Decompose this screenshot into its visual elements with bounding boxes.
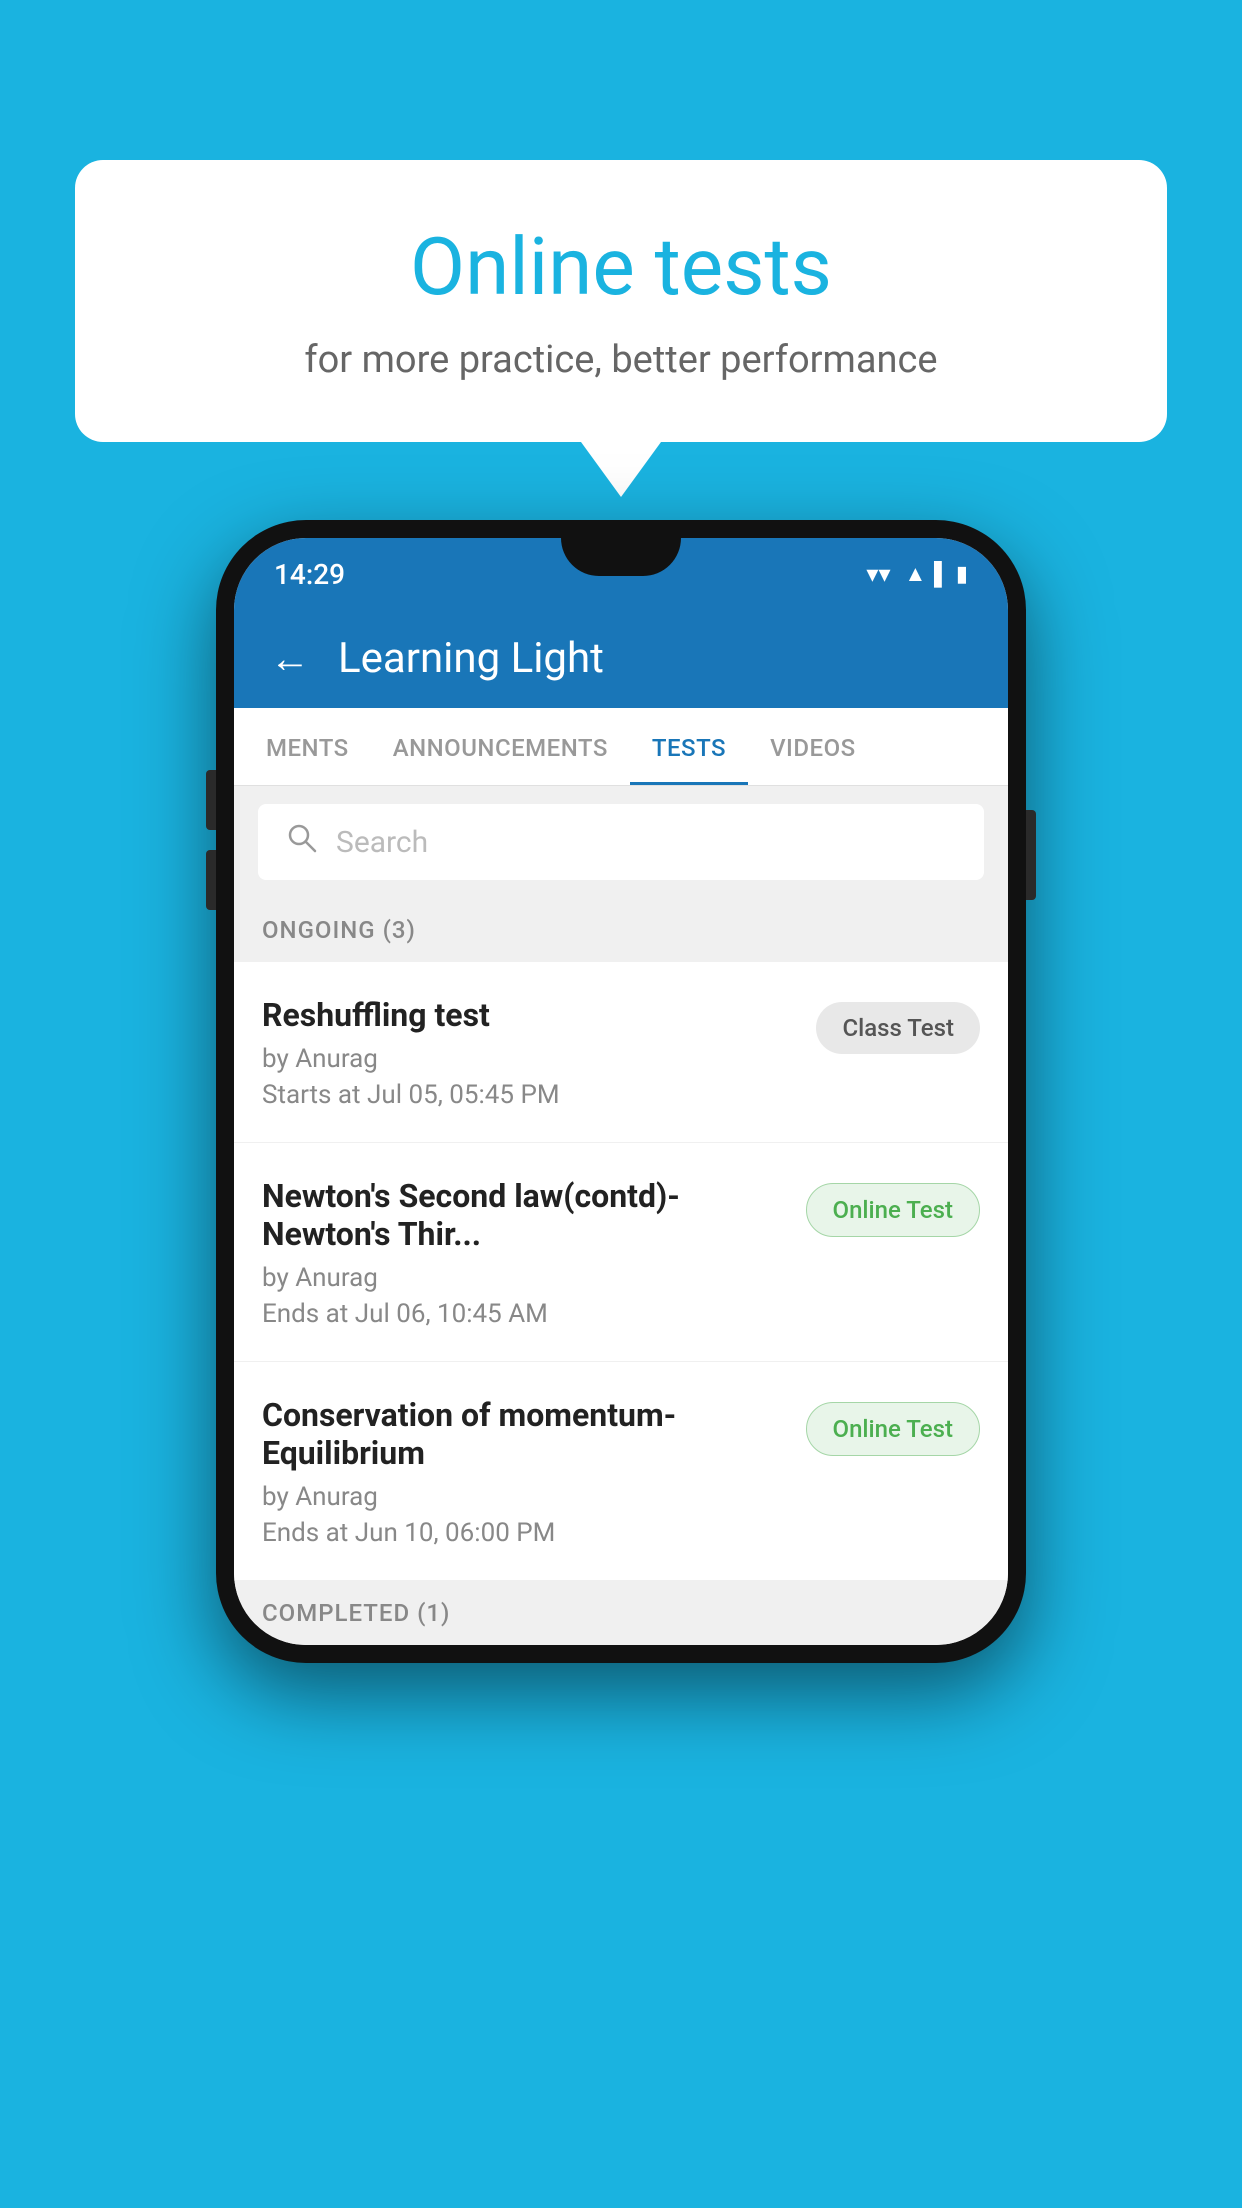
search-bar-container: Search	[234, 786, 1008, 898]
test-time-conservation: Ends at Jun 10, 06:00 PM	[262, 1518, 786, 1548]
section-ongoing-header: ONGOING (3)	[234, 898, 1008, 962]
volume-button-up	[206, 770, 216, 830]
test-author-conservation: by Anurag	[262, 1482, 786, 1512]
test-badge-newton: Online Test	[806, 1183, 980, 1237]
test-time-reshuffling: Starts at Jul 05, 05:45 PM	[262, 1080, 796, 1110]
test-author-newton: by Anurag	[262, 1263, 786, 1293]
test-info-conservation: Conservation of momentum-Equilibrium by …	[262, 1396, 786, 1548]
test-name-conservation: Conservation of momentum-Equilibrium	[262, 1396, 786, 1472]
test-name-reshuffling: Reshuffling test	[262, 996, 796, 1034]
search-input-placeholder: Search	[336, 825, 428, 860]
test-info-reshuffling: Reshuffling test by Anurag Starts at Jul…	[262, 996, 796, 1110]
status-icons: ▾▾ ▲▐ ▮	[866, 560, 968, 588]
battery-icon: ▮	[956, 562, 968, 587]
test-time-newton: Ends at Jul 06, 10:45 AM	[262, 1299, 786, 1329]
test-name-newton: Newton's Second law(contd)-Newton's Thir…	[262, 1177, 786, 1253]
camera-notch	[561, 538, 681, 576]
search-bar[interactable]: Search	[258, 804, 984, 880]
test-list: Reshuffling test by Anurag Starts at Jul…	[234, 962, 1008, 1581]
back-button[interactable]: ←	[270, 635, 310, 682]
test-item-newton[interactable]: Newton's Second law(contd)-Newton's Thir…	[234, 1143, 1008, 1362]
speech-bubble: Online tests for more practice, better p…	[75, 160, 1167, 442]
speech-bubble-title: Online tests	[155, 220, 1087, 314]
tab-ments[interactable]: MENTS	[244, 708, 371, 785]
tab-videos[interactable]: VIDEOS	[748, 708, 878, 785]
app-header: ← Learning Light	[234, 608, 1008, 708]
app-title: Learning Light	[338, 634, 604, 683]
test-item-conservation[interactable]: Conservation of momentum-Equilibrium by …	[234, 1362, 1008, 1581]
speech-bubble-arrow	[581, 442, 661, 497]
test-badge-reshuffling: Class Test	[816, 1002, 980, 1054]
speech-bubble-subtitle: for more practice, better performance	[155, 338, 1087, 382]
test-badge-conservation: Online Test	[806, 1402, 980, 1456]
test-author-reshuffling: by Anurag	[262, 1044, 796, 1074]
speech-bubble-section: Online tests for more practice, better p…	[75, 160, 1167, 497]
phone: 14:29 ▾▾ ▲▐ ▮ ← Learning Light MENTS ANN…	[216, 520, 1026, 1663]
tabs-bar: MENTS ANNOUNCEMENTS TESTS VIDEOS	[234, 708, 1008, 786]
phone-outer: 14:29 ▾▾ ▲▐ ▮ ← Learning Light MENTS ANN…	[216, 520, 1026, 1663]
status-time: 14:29	[274, 558, 345, 591]
tab-tests[interactable]: TESTS	[630, 708, 748, 785]
tab-announcements[interactable]: ANNOUNCEMENTS	[371, 708, 630, 785]
phone-screen: 14:29 ▾▾ ▲▐ ▮ ← Learning Light MENTS ANN…	[234, 538, 1008, 1645]
volume-button-down	[206, 850, 216, 910]
test-item-reshuffling[interactable]: Reshuffling test by Anurag Starts at Jul…	[234, 962, 1008, 1143]
test-info-newton: Newton's Second law(contd)-Newton's Thir…	[262, 1177, 786, 1329]
power-button	[1026, 810, 1036, 900]
section-completed-header: COMPLETED (1)	[234, 1581, 1008, 1645]
search-icon	[286, 822, 318, 862]
signal-icon: ▲▐	[905, 561, 942, 587]
wifi-icon: ▾▾	[866, 560, 890, 588]
